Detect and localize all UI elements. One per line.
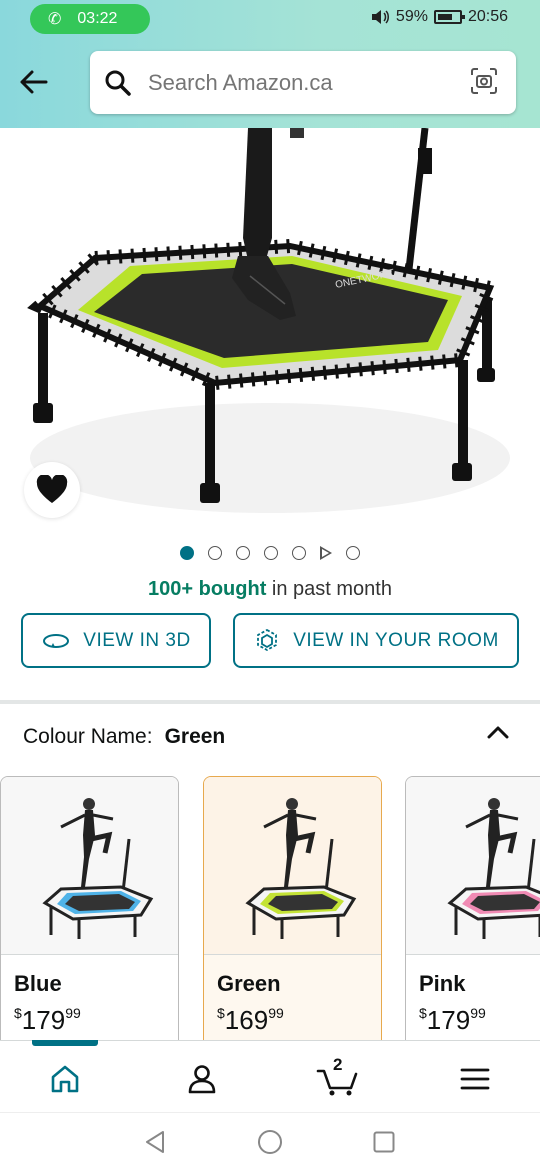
menu-icon xyxy=(460,1068,490,1090)
account-icon xyxy=(188,1065,216,1094)
trampoline-thumbnail xyxy=(245,798,357,939)
camera-search-icon[interactable] xyxy=(470,67,498,95)
back-arrow-icon xyxy=(20,70,48,94)
swatch-image xyxy=(204,777,381,955)
swatch-name: Green xyxy=(217,971,281,996)
bought-highlight: 100+ bought xyxy=(148,578,267,600)
search-bar[interactable] xyxy=(90,51,516,114)
heart-icon xyxy=(36,475,68,503)
carousel-dot-3[interactable] xyxy=(236,546,250,560)
bought-rest: in past month xyxy=(266,578,392,600)
ar-cube-icon xyxy=(257,628,278,651)
active-tab-indicator xyxy=(32,1040,98,1046)
home-icon xyxy=(51,1065,79,1093)
status-indicators: 59% 20:56 xyxy=(370,8,508,26)
product-image[interactable]: ONETWOFIT xyxy=(0,128,540,518)
carousel-indicator[interactable] xyxy=(0,546,540,560)
carousel-dot-1[interactable] xyxy=(180,546,194,560)
swatch-blue[interactable]: Blue $17999 xyxy=(0,776,179,1056)
trampoline-illustration: ONETWOFIT xyxy=(0,128,540,518)
nav-account[interactable] xyxy=(182,1059,222,1099)
carousel-dot-2[interactable] xyxy=(208,546,222,560)
nav-menu[interactable] xyxy=(455,1059,495,1099)
ongoing-call-pill[interactable]: ✆ 03:22 xyxy=(30,4,150,34)
system-recents-icon[interactable] xyxy=(373,1131,395,1153)
swatch-green[interactable]: Green $16999 xyxy=(203,776,382,1056)
wishlist-button[interactable] xyxy=(24,462,80,518)
phone-icon: ✆ xyxy=(48,11,62,28)
view-in-room-button[interactable]: VIEW IN YOUR ROOM xyxy=(233,613,519,668)
trampoline-thumbnail xyxy=(447,798,540,939)
trampoline-thumbnail xyxy=(42,798,154,939)
swatch-name: Pink xyxy=(419,971,466,996)
swatch-image xyxy=(1,777,178,955)
system-home-icon[interactable] xyxy=(257,1129,283,1155)
nav-cart[interactable]: 2 xyxy=(316,1055,360,1099)
swatch-pink[interactable]: Pink $17999 xyxy=(405,776,540,1056)
video-play-icon[interactable] xyxy=(320,546,332,560)
swatch-price: $17999 xyxy=(419,1005,486,1035)
battery-icon xyxy=(433,10,465,24)
swatch-image xyxy=(406,777,540,955)
view-in-3d-button[interactable]: VIEW IN 3D xyxy=(21,613,211,668)
app-header: ✆ 03:22 59% 20:56 xyxy=(0,0,540,128)
battery-percent: 59% xyxy=(395,8,428,25)
nav-home[interactable] xyxy=(45,1059,85,1099)
bottom-navigation: 2 xyxy=(0,1040,540,1112)
system-navigation-bar xyxy=(0,1112,540,1170)
view-in-3d-label: VIEW IN 3D xyxy=(83,629,191,651)
rotate-3d-icon xyxy=(43,633,70,648)
bought-count: 100+ bought in past month xyxy=(0,578,540,601)
clock: 20:56 xyxy=(467,8,508,25)
chevron-up-icon[interactable] xyxy=(484,720,512,744)
swatch-price: $16999 xyxy=(217,1005,284,1035)
colour-selector-header: Colour Name: Green xyxy=(23,725,225,749)
search-input[interactable] xyxy=(148,69,448,96)
swatch-price: $17999 xyxy=(14,1005,81,1035)
cart-count-badge: 2 xyxy=(333,1055,343,1074)
view-in-room-label: VIEW IN YOUR ROOM xyxy=(293,629,499,651)
carousel-dot-5[interactable] xyxy=(292,546,306,560)
carousel-dot-7[interactable] xyxy=(346,546,360,560)
carousel-dot-4[interactable] xyxy=(264,546,278,560)
colour-value: Green xyxy=(164,725,226,748)
colour-label: Colour Name: xyxy=(23,725,153,748)
call-time: 03:22 xyxy=(77,10,118,27)
volume-icon xyxy=(371,10,389,24)
system-back-icon[interactable] xyxy=(143,1129,167,1155)
swatch-name: Blue xyxy=(14,971,62,996)
back-button[interactable] xyxy=(14,62,54,102)
status-bar: ✆ 03:22 59% 20:56 xyxy=(0,0,540,38)
section-divider xyxy=(0,700,540,704)
search-icon xyxy=(105,70,131,96)
